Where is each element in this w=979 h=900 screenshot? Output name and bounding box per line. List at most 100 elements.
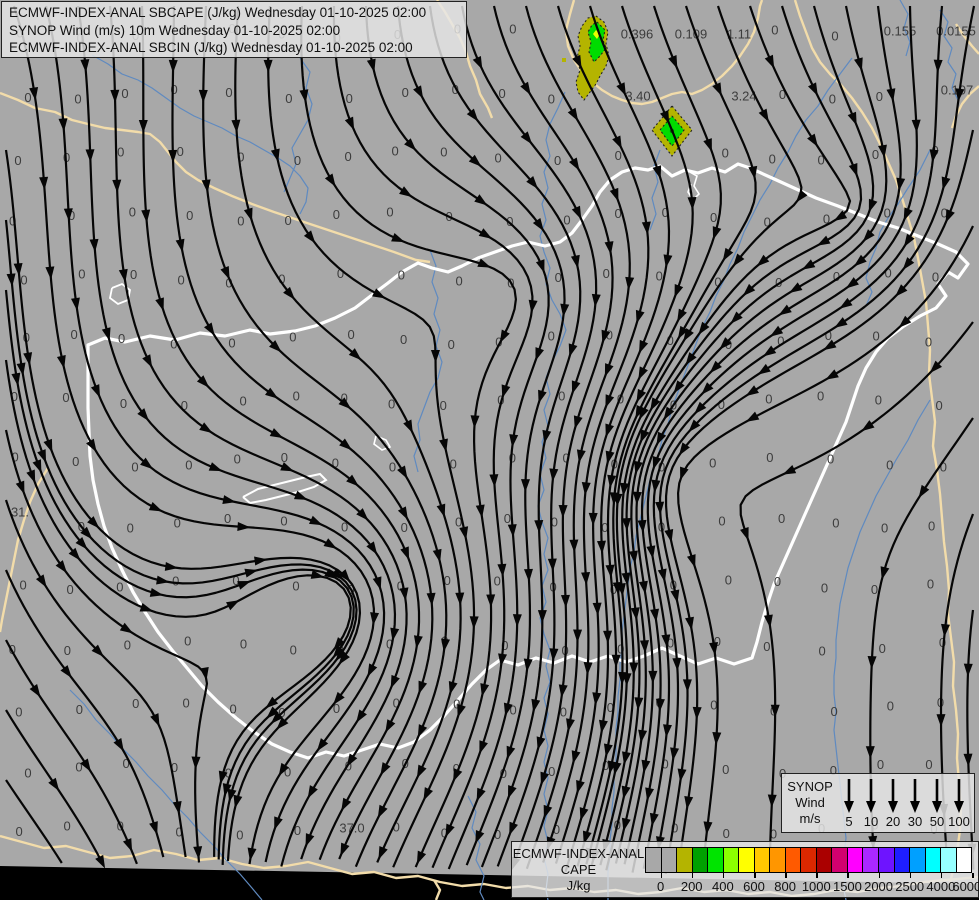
zero-label: 0 [723,826,730,841]
zero-label: 0 [456,274,463,289]
zero-label: 0 [821,580,828,595]
cape-color-cell [693,848,709,872]
zero-label: 0 [228,335,235,350]
wind-speed-label: 100 [948,815,970,829]
zero-label: 0 [554,153,561,168]
cape-color-cell [755,848,771,872]
cape-color-cell [895,848,911,872]
zero-label: 0 [285,91,292,106]
cape-tick-label: 800 [774,879,796,894]
wind-arrow-icon [838,777,860,815]
cape-tick-label: 4000 [926,879,955,894]
zero-label: 0 [74,91,81,106]
cape-tick-label: 0 [657,879,664,894]
cape-legend-param: CAPE [512,862,645,878]
cape-tick-mark [723,873,725,878]
cape-tick-label: 6000 [952,879,979,894]
zero-label: 0 [225,85,232,100]
zero-label: 0 [184,634,191,649]
cape-color-cell [957,848,972,872]
zero-label: 0 [936,398,943,413]
cape-color-cell [724,848,740,872]
zero-label: 0 [344,149,351,164]
cape-tick-label: 2000 [864,879,893,894]
wind-legend-title: SYNOP Wind m/s [782,774,838,832]
zero-label: 0 [448,337,455,352]
zero-label: 0 [927,577,934,592]
zero-label: 0 [887,699,894,714]
zero-label: 0 [177,273,184,288]
weather-chart: 0 0 0 0 0 0 0 0 0 0 0 0 0 0 0 0 0 0 0 0 0 0 0 0 0 0 0 0 0 0 0 0 0 0 0 0 0 0 0 0… [0,0,979,900]
wind-speed-item: 100 [948,777,970,832]
zero-label: 0 [127,521,134,536]
title-panel: ECMWF-INDEX-ANAL SBCAPE (J/kg) Wednesday… [1,1,467,58]
zero-label: 0 [20,272,27,287]
zero-label: 0 [494,151,501,166]
cape-tick-mark [785,873,787,878]
zero-label: 0 [615,148,622,163]
station-value-label: 0.396 [621,27,654,42]
cape-colorbar [645,847,972,873]
cape-legend-unit: J/kg [512,878,645,894]
wind-speed-label: 5 [838,815,860,829]
zero-label: 0 [509,22,516,37]
zero-label: 0 [70,327,77,342]
zero-label: 0 [932,270,939,285]
zero-label: 0 [120,396,127,411]
zero-label: 0 [237,214,244,229]
cape-color-cell [848,848,864,872]
zero-label: 0 [710,210,717,225]
cape-color-cell [926,848,942,872]
zero-label: 0 [774,574,781,589]
zero-label: 0 [886,457,893,472]
zero-label: 0 [20,577,27,592]
zero-label: 0 [710,697,717,712]
cape-color-cell [770,848,786,872]
wind-legend-source: SYNOP [782,779,838,795]
wind-speed-item: 10 [860,777,882,832]
title-line-sbcin: ECMWF-INDEX-ANAL SBCIN (J/kg) Wednesday … [9,39,459,57]
zero-label: 0 [725,573,732,588]
zero-label: 0 [333,207,340,222]
cape-tick-label: 600 [743,879,765,894]
cape-tick-label: 400 [712,879,734,894]
zero-label: 0 [831,29,838,44]
wind-arrow-icon [926,777,948,815]
cape-tick-label: 2500 [895,879,924,894]
zero-label: 0 [386,205,393,220]
cape-tick-mark [847,873,849,878]
zero-label: 0 [766,450,773,465]
wind-arrow-icon [948,777,970,815]
map-canvas: 0 0 0 0 0 0 0 0 0 0 0 0 0 0 0 0 0 0 0 0 0 0 0 0 0 0 0 0 0 0 0 0 0 0 0 0 0 0 0 0… [0,0,979,900]
zero-label: 0 [656,269,663,284]
zero-label: 0 [289,329,296,344]
zero-label: 0 [817,388,824,403]
zero-label: 0 [819,643,826,658]
wind-speed-label: 50 [926,815,948,829]
zero-label: 0 [548,328,555,343]
zero-label: 0 [177,144,184,159]
zero-label: 0 [67,582,74,597]
zero-label: 0 [563,212,570,227]
zero-label: 0 [24,90,31,105]
zero-label: 0 [722,145,729,160]
cape-tick-mark [972,873,974,878]
cape-tick-mark [941,873,943,878]
zero-label: 0 [118,331,125,346]
zero-label: 0 [185,458,192,473]
cape-color-cell [708,848,724,872]
zero-label: 0 [881,521,888,536]
zero-label: 0 [872,328,879,343]
zero-label: 0 [548,764,555,779]
zero-label: 0 [234,451,241,466]
wind-speed-scale: 510203050100 [838,774,974,832]
cape-tick-mark [816,873,818,878]
cape-color-cell [677,848,693,872]
cape-legend-source: ECMWF-INDEX-ANAL [512,846,645,862]
wind-speed-item: 30 [904,777,926,832]
zero-label: 0 [129,204,136,219]
zero-label: 0 [280,514,287,529]
zero-label: 0 [15,705,22,720]
cape-tick-label: 200 [681,879,703,894]
zero-label: 0 [765,391,772,406]
